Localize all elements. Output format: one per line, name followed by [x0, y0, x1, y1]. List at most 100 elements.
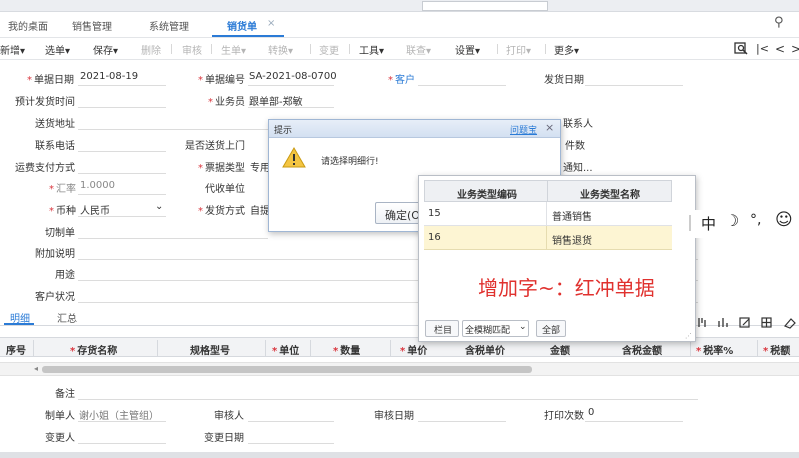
- ime-mode-toggle[interactable]: 中: [701, 213, 716, 234]
- tools-button[interactable]: 工具▾: [359, 42, 384, 57]
- col-tax-price[interactable]: 含税单价: [465, 342, 505, 357]
- col-biz-code[interactable]: 业务类型编码: [457, 186, 517, 201]
- dialog-message: 请选择明细行!: [321, 157, 379, 167]
- col-spec[interactable]: 规格型号: [190, 342, 230, 357]
- phone-label: 联系电话: [35, 141, 75, 152]
- doc-date-field[interactable]: 2021-08-19: [80, 71, 138, 82]
- all-button[interactable]: 全部: [536, 320, 566, 337]
- add-button[interactable]: 新增▾: [0, 42, 25, 57]
- select-doc-button[interactable]: 选单▾: [45, 42, 70, 57]
- pieces-label: 件数: [565, 141, 585, 152]
- send-method-label: * 发货方式: [198, 206, 245, 217]
- biz-type-label: * 票据类型: [198, 163, 245, 174]
- column-button[interactable]: 栏目: [425, 320, 459, 337]
- list-item-selected[interactable]: 16 销售退货: [424, 226, 672, 250]
- field-underline: [248, 421, 334, 422]
- moon-icon[interactable]: ☽: [725, 211, 739, 230]
- list-item[interactable]: 15 普通销售: [424, 202, 672, 226]
- field-underline: [78, 194, 166, 195]
- chevron-down-icon[interactable]: ⌄: [155, 201, 163, 212]
- warning-icon: [282, 147, 306, 171]
- plan-ship-label: 预计发货时间: [15, 97, 75, 108]
- col-unit[interactable]: * 单位: [272, 342, 299, 357]
- column-divider: [157, 340, 158, 356]
- close-icon[interactable]: ×: [267, 18, 275, 29]
- col-tax-rate[interactable]: * 税率%: [696, 342, 733, 357]
- col-index[interactable]: 序号: [6, 342, 26, 357]
- toolbar-divider: [497, 44, 498, 54]
- chart-icon[interactable]: [718, 318, 728, 327]
- scroll-left-icon[interactable]: ◂: [34, 364, 38, 373]
- tab-bar: 我的桌面 销售管理 系统管理 销货单 × ⚲: [0, 12, 799, 38]
- column-divider: [546, 226, 547, 250]
- ime-toolbar: 中 ☽ °, ☺: [687, 210, 799, 238]
- tab-system-management[interactable]: 系统管理: [149, 18, 189, 33]
- tab-sales-management[interactable]: 销售管理: [72, 18, 112, 33]
- doc-date-label: * 单据日期: [27, 75, 74, 86]
- punctuation-toggle[interactable]: °,: [750, 212, 761, 228]
- preview-icon[interactable]: [734, 42, 748, 58]
- convert-button[interactable]: 转换▾: [268, 42, 293, 57]
- audit-button[interactable]: 审核: [182, 42, 202, 57]
- prev-record-icon[interactable]: <: [775, 42, 785, 56]
- row-code: 15: [428, 208, 441, 219]
- column-divider: [757, 340, 758, 356]
- maker-label: 制单人: [45, 411, 75, 422]
- currency-select[interactable]: 人民币: [80, 202, 110, 217]
- row-name: 销售退货: [552, 236, 592, 247]
- resize-handle-icon[interactable]: ⋰: [685, 332, 692, 340]
- settings-button[interactable]: 设置▾: [455, 42, 480, 57]
- save-button[interactable]: 保存▾: [93, 42, 118, 57]
- query-button[interactable]: 联查▾: [406, 42, 431, 57]
- field-underline: [78, 129, 268, 130]
- biz-type-field[interactable]: 专用: [250, 159, 270, 174]
- toolbar-divider: [545, 44, 546, 54]
- col-amount[interactable]: 金额: [550, 342, 570, 357]
- tab-sales-delivery[interactable]: 销货单: [227, 18, 257, 33]
- help-link[interactable]: 问题宝: [510, 123, 537, 136]
- address-box[interactable]: [422, 1, 548, 11]
- column-divider: [265, 340, 266, 356]
- col-price[interactable]: * 单价: [400, 342, 427, 357]
- col-tax[interactable]: * 税额: [763, 342, 790, 357]
- next-record-icon[interactable]: >: [791, 42, 799, 56]
- row-code: 16: [428, 232, 441, 243]
- horizontal-scrollbar[interactable]: ◂: [0, 362, 799, 376]
- grid-icon[interactable]: [761, 317, 772, 328]
- first-record-icon[interactable]: |<: [756, 42, 769, 55]
- scrollbar-thumb[interactable]: [42, 366, 532, 373]
- toolbar-divider: [349, 44, 350, 54]
- subtab-summary[interactable]: 汇总: [57, 310, 77, 325]
- field-underline: [418, 85, 506, 86]
- col-qty[interactable]: * 数量: [333, 342, 360, 357]
- column-divider: [390, 340, 391, 356]
- print-button[interactable]: 打印▾: [506, 42, 531, 57]
- toolbar-divider: [211, 44, 212, 54]
- col-tax-amount[interactable]: 含税金额: [622, 342, 662, 357]
- remark-label: 备注: [55, 389, 75, 400]
- close-icon[interactable]: ×: [545, 121, 554, 134]
- col-item-name[interactable]: * 存货名称: [70, 342, 117, 357]
- emoji-icon[interactable]: ☺: [775, 210, 793, 230]
- column-divider: [310, 340, 311, 356]
- search-icon[interactable]: ⚲: [774, 15, 784, 30]
- field-underline: [78, 443, 166, 444]
- column-settings-icon[interactable]: [698, 318, 706, 327]
- match-mode-select[interactable]: 全模糊匹配 ⌄: [462, 320, 529, 337]
- rate-field[interactable]: 1.0000: [80, 180, 115, 191]
- col-biz-name[interactable]: 业务类型名称: [580, 186, 640, 201]
- delete-button[interactable]: 删除: [141, 42, 161, 57]
- chevron-down-icon: ⌄: [519, 322, 527, 332]
- send-method-field[interactable]: 自提: [250, 202, 270, 217]
- ime-handle[interactable]: [689, 215, 691, 231]
- more-button[interactable]: 更多▾: [554, 42, 579, 57]
- export-icon[interactable]: [739, 317, 750, 328]
- customer-label[interactable]: * 客户: [388, 71, 415, 86]
- field-underline: [78, 238, 268, 239]
- tab-my-desktop[interactable]: 我的桌面: [8, 18, 48, 33]
- salesman-field[interactable]: 跟单部-郑敏: [249, 93, 303, 108]
- generate-button[interactable]: 生单▾: [221, 42, 246, 57]
- change-button[interactable]: 变更: [319, 42, 339, 57]
- eraser-icon[interactable]: [783, 318, 796, 329]
- doc-no-field[interactable]: SA-2021-08-0700: [249, 71, 337, 82]
